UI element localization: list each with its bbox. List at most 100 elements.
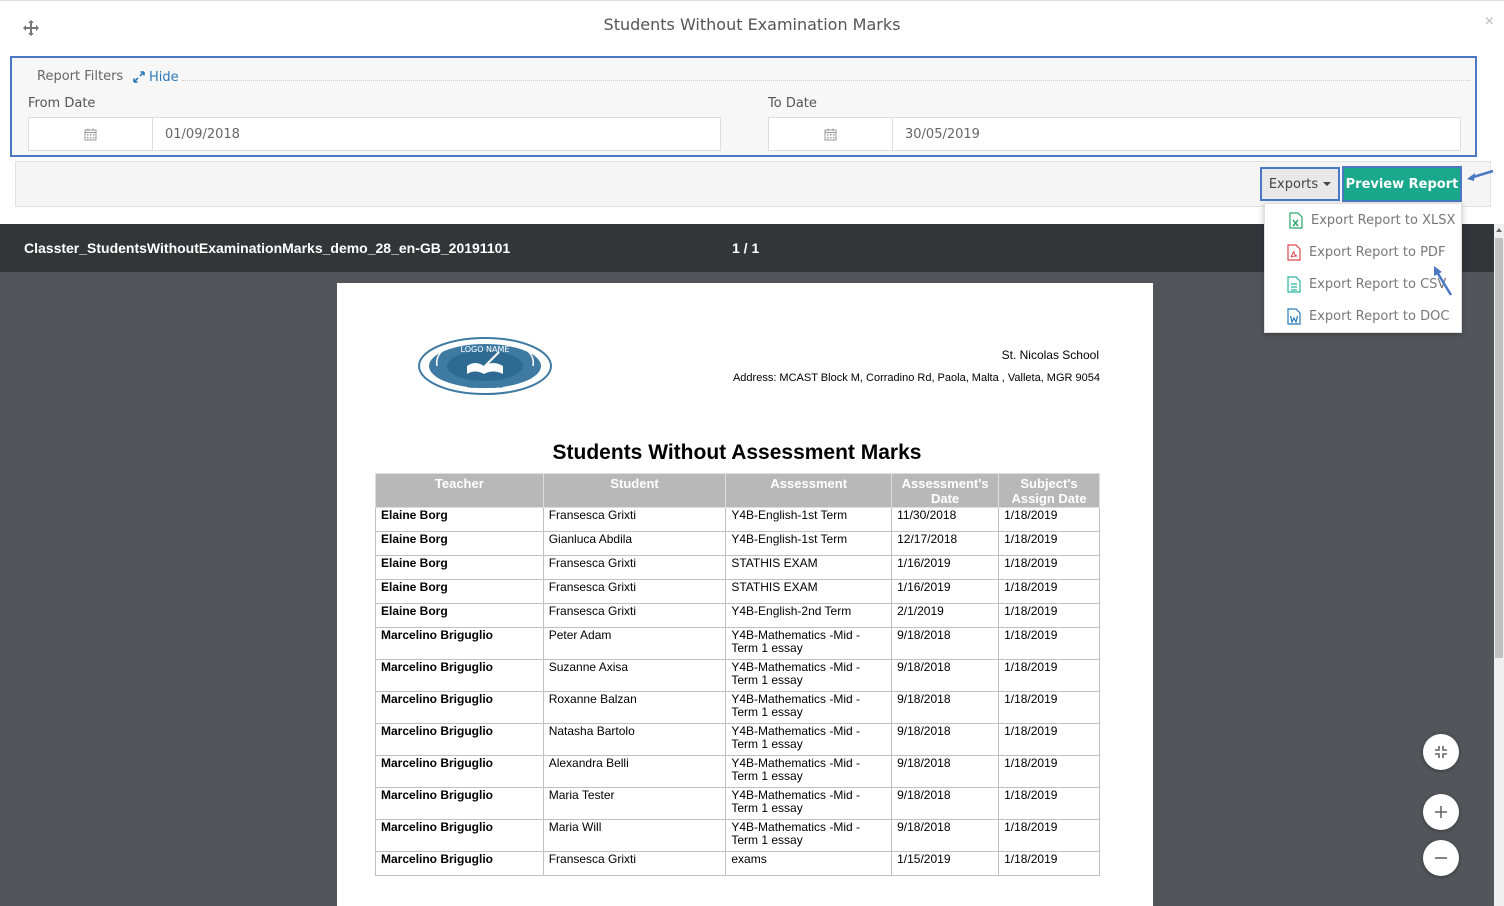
calendar-icon	[824, 128, 837, 140]
report-table: Teacher Student Assessment Assessment's …	[375, 473, 1100, 876]
assessment-cell: Y4B-Mathematics -Mid -Term 1 essay	[725, 691, 893, 724]
xlsx-file-icon	[1289, 211, 1303, 229]
modal-title: Students Without Examination Marks	[603, 15, 901, 34]
assessment-cell: Y4B-Mathematics -Mid -Term 1 essay	[725, 627, 893, 660]
filters-legend: Report Filters	[37, 69, 124, 84]
export-xlsx-item[interactable]: Export Report to XLSX	[1265, 204, 1463, 236]
student-cell: Alexandra Belli	[542, 755, 727, 788]
teacher-cell: Marcelino Briguglio	[375, 627, 544, 660]
assessment-date-cell: 9/18/2018	[891, 755, 1000, 788]
assign-date-cell: 1/18/2019	[998, 531, 1100, 556]
assign-date-cell: 1/18/2019	[998, 723, 1100, 756]
student-cell: Maria Will	[542, 819, 727, 852]
column-header-student: Student	[542, 473, 727, 508]
table-row: Elaine Borg Fransesca Grixti STATHIS EXAM 1…	[375, 555, 1100, 580]
student-cell: Fransesca Grixti	[542, 555, 727, 580]
hide-label: Hide	[149, 70, 179, 85]
teacher-cell: Marcelino Briguglio	[375, 723, 544, 756]
scroll-up-icon[interactable]	[1496, 228, 1502, 232]
page-count: 1 / 1	[732, 240, 760, 256]
assessment-date-cell: 1/16/2019	[891, 555, 1000, 580]
from-date-calendar-button[interactable]	[29, 118, 153, 150]
assessment-cell: Y4B-English-1st Term	[725, 507, 893, 532]
doc-file-icon	[1287, 307, 1301, 325]
assign-date-cell: 1/18/2019	[998, 819, 1100, 852]
teacher-cell: Marcelino Briguglio	[375, 755, 544, 788]
assessment-date-cell: 2/1/2019	[891, 603, 1000, 628]
teacher-cell: Marcelino Briguglio	[375, 659, 544, 692]
annotation-arrow-icon	[1434, 266, 1453, 296]
export-csv-label: Export Report to CSV	[1309, 276, 1447, 292]
student-cell: Fransesca Grixti	[542, 579, 727, 604]
from-date-input[interactable]: 01/09/2018	[153, 118, 720, 150]
column-header-assessment-date: Assessment's Date	[891, 473, 1000, 508]
student-cell: Suzanne Axisa	[542, 659, 727, 692]
table-header-row: Teacher Student Assessment Assessment's …	[375, 473, 1100, 508]
exports-dropdown-button[interactable]: Exports	[1260, 167, 1340, 201]
assign-date-cell: 1/18/2019	[998, 659, 1100, 692]
fit-to-page-icon	[1435, 746, 1447, 758]
hide-filters-link[interactable]: Hide	[133, 70, 179, 85]
export-doc-label: Export Report to DOC	[1309, 308, 1450, 324]
school-logo: LOGO NAME SLOGAN HERE	[418, 337, 552, 395]
school-name: St. Nicolas School	[1001, 348, 1099, 362]
assign-date-cell: 1/18/2019	[998, 507, 1100, 532]
plus-icon	[1435, 806, 1447, 818]
teacher-cell: Elaine Borg	[375, 579, 544, 604]
student-cell: Fransesca Grixti	[542, 507, 727, 532]
pdf-file-icon	[1287, 243, 1301, 261]
scrollbar-thumb[interactable]	[1495, 238, 1503, 658]
assessment-cell: STATHIS EXAM	[725, 555, 893, 580]
to-date-label: To Date	[768, 96, 817, 111]
table-row: Marcelino Briguglio Maria Tester Y4B-Mathe…	[375, 787, 1100, 820]
assessment-date-cell: 1/16/2019	[891, 579, 1000, 604]
assessment-cell: Y4B-Mathematics -Mid -Term 1 essay	[725, 659, 893, 692]
assign-date-cell: 1/18/2019	[998, 627, 1100, 660]
assign-date-cell: 1/18/2019	[998, 691, 1100, 724]
assessment-cell: Y4B-Mathematics -Mid -Term 1 essay	[725, 787, 893, 820]
fit-page-button[interactable]	[1423, 734, 1459, 770]
teacher-cell: Marcelino Briguglio	[375, 691, 544, 724]
assessment-date-cell: 9/18/2018	[891, 723, 1000, 756]
zoom-in-button[interactable]	[1423, 794, 1459, 830]
calendar-icon	[84, 128, 97, 140]
close-icon[interactable]: ×	[1485, 13, 1494, 31]
assign-date-cell: 1/18/2019	[998, 579, 1100, 604]
assessment-cell: Y4B-English-1st Term	[725, 531, 893, 556]
student-cell: Peter Adam	[542, 627, 727, 660]
preview-report-button[interactable]: Preview Report	[1342, 166, 1462, 202]
collapse-icon	[133, 71, 145, 83]
column-header-teacher: Teacher	[375, 473, 544, 508]
assessment-cell: Y4B-Mathematics -Mid -Term 1 essay	[725, 755, 893, 788]
assessment-cell: Y4B-English-2nd Term	[725, 603, 893, 628]
teacher-cell: Marcelino Briguglio	[375, 819, 544, 852]
assign-date-cell: 1/18/2019	[998, 555, 1100, 580]
column-header-assessment: Assessment	[725, 473, 893, 508]
student-cell: Natasha Bartolo	[542, 723, 727, 756]
export-pdf-label: Export Report to PDF	[1309, 244, 1446, 260]
viewer-scrollbar[interactable]	[1494, 224, 1504, 906]
table-row: Elaine Borg Fransesca Grixti STATHIS EXAM 1…	[375, 579, 1100, 604]
assessment-date-cell: 9/18/2018	[891, 787, 1000, 820]
zoom-out-button[interactable]	[1423, 840, 1459, 876]
teacher-cell: Elaine Borg	[375, 555, 544, 580]
student-cell: Gianluca Abdila	[542, 531, 727, 556]
table-row: Elaine Borg Fransesca Grixti Y4B-English-2…	[375, 603, 1100, 628]
caret-down-icon	[1323, 182, 1332, 186]
export-doc-item[interactable]: Export Report to DOC	[1265, 300, 1463, 332]
logo-slogan-text: SLOGAN HERE	[467, 384, 503, 390]
to-date-calendar-button[interactable]	[769, 118, 893, 150]
teacher-cell: Elaine Borg	[375, 507, 544, 532]
assign-date-cell: 1/18/2019	[998, 755, 1100, 788]
teacher-cell: Elaine Borg	[375, 603, 544, 628]
assign-date-cell: 1/18/2019	[998, 787, 1100, 820]
report-page: LOGO NAME SLOGAN HERE St. Nicolas School…	[337, 283, 1153, 906]
table-row: Marcelino Briguglio Suzanne Axisa Y4B-Math…	[375, 659, 1100, 692]
to-date-input[interactable]: 30/05/2019	[893, 118, 1460, 150]
assessment-cell: exams	[725, 851, 893, 876]
school-address: Address: MCAST Block M, Corradino Rd, Pa…	[732, 372, 1100, 384]
assessment-date-cell: 9/18/2018	[891, 819, 1000, 852]
table-row: Marcelino Briguglio Natasha Bartolo Y4B-Ma…	[375, 723, 1100, 756]
assessment-date-cell: 1/15/2019	[891, 851, 1000, 876]
student-cell: Fransesca Grixti	[542, 603, 727, 628]
